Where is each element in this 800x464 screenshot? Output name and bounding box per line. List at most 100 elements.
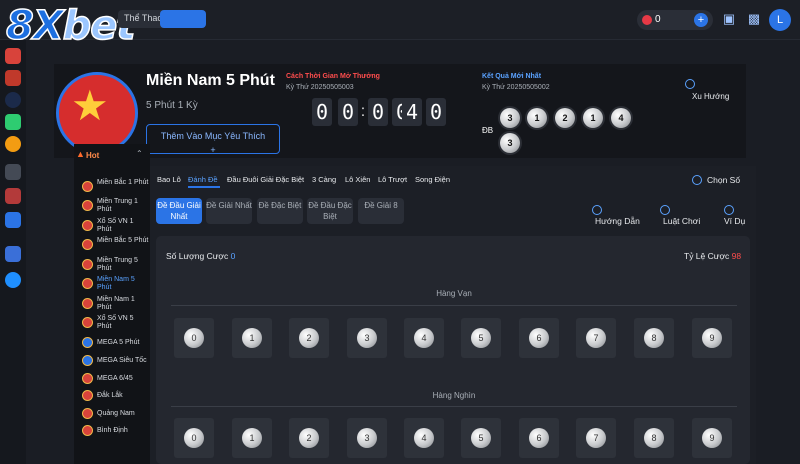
- active-tab-underline: [188, 186, 220, 188]
- sidebar-item[interactable]: MEGA Siêu Tốc: [80, 352, 150, 370]
- number-ball: 0: [184, 328, 204, 348]
- tab-lottery-active[interactable]: [160, 10, 206, 28]
- settings-gear-icon[interactable]: [5, 272, 21, 288]
- number-ball: 4: [414, 328, 434, 348]
- number-ball: 7: [586, 328, 606, 348]
- balance-value: 0: [655, 14, 661, 25]
- example-icon[interactable]: [724, 205, 734, 215]
- number-ball: 8: [644, 428, 664, 448]
- sidebar-item[interactable]: MEGA 5 Phút: [80, 334, 150, 352]
- bet-count: Số Lượng Cược 0: [166, 251, 236, 261]
- sidebar-item[interactable]: Bình Định: [80, 422, 150, 440]
- rules-icon[interactable]: [660, 205, 670, 215]
- game-icon: [82, 181, 93, 192]
- number-cell[interactable]: 7: [576, 418, 616, 458]
- add-favorite-button[interactable]: Thêm Vào Mục Yêu Thích +: [146, 124, 280, 155]
- wallet-icon[interactable]: ▣: [721, 11, 737, 27]
- number-cell[interactable]: 5: [461, 318, 501, 358]
- fishing-icon[interactable]: [5, 136, 21, 152]
- game-icon: [82, 355, 93, 366]
- subtab-de-giai-8[interactable]: Đề Giải 8: [358, 198, 404, 224]
- gamepad-icon[interactable]: [5, 164, 21, 180]
- number-cell[interactable]: 7: [576, 318, 616, 358]
- number-cell[interactable]: 5: [461, 418, 501, 458]
- bet-tab-danh-de[interactable]: Đánh Đề: [188, 175, 218, 184]
- bet-tab-bao-lo[interactable]: Bao Lô: [157, 175, 181, 184]
- guide-link[interactable]: Hướng Dẫn: [595, 216, 640, 226]
- example-link[interactable]: Ví Dụ: [724, 216, 745, 226]
- bet-tab-3-cang[interactable]: 3 Càng: [312, 175, 336, 184]
- number-ball: 2: [299, 328, 319, 348]
- avatar[interactable]: L: [769, 9, 791, 31]
- number-cell[interactable]: 8: [634, 318, 674, 358]
- lottery-icon[interactable]: [5, 212, 21, 228]
- bet-tab-song-dien[interactable]: Song Điện: [415, 175, 450, 184]
- number-cell[interactable]: 4: [404, 418, 444, 458]
- gift-icon[interactable]: [5, 246, 21, 262]
- bet-tab-lo-truot[interactable]: Lô Trượt: [378, 175, 407, 184]
- game-icon: [82, 390, 93, 401]
- countdown-separator: :: [360, 103, 366, 120]
- sidebar-item-active[interactable]: Miền Nam 5 Phút: [80, 275, 150, 293]
- number-cell[interactable]: 0: [174, 318, 214, 358]
- choose-number-icon[interactable]: [692, 175, 702, 185]
- cards-icon[interactable]: [5, 114, 21, 130]
- subtab-de-dac-biet[interactable]: Đề Đặc Biệt: [257, 198, 303, 224]
- subtab-de-giai-nhat[interactable]: Đề Giải Nhất: [206, 198, 252, 224]
- number-cell[interactable]: 6: [519, 318, 559, 358]
- result-ball: 3: [500, 108, 520, 128]
- number-cell[interactable]: 9: [692, 318, 732, 358]
- number-cell[interactable]: 9: [692, 418, 732, 458]
- sport-icon[interactable]: [5, 48, 21, 64]
- deposit-plus-icon[interactable]: +: [694, 13, 708, 27]
- sidebar-item[interactable]: Đắk Lắk: [80, 387, 150, 405]
- rules-link[interactable]: Luật Chơi: [663, 216, 700, 226]
- game-icon: [82, 298, 93, 309]
- subtab-de-dau-dac-biet[interactable]: Đề Đầu Đặc Biệt: [307, 198, 353, 224]
- number-cell[interactable]: 0: [174, 418, 214, 458]
- casino-icon[interactable]: [5, 70, 21, 86]
- number-cell[interactable]: 1: [232, 418, 272, 458]
- number-cell[interactable]: 3: [347, 318, 387, 358]
- bet-tab-lo-xien[interactable]: Lô Xiên: [345, 175, 370, 184]
- flame-icon: ▲: [76, 149, 85, 159]
- game-icon: [82, 408, 93, 419]
- sidebar-item[interactable]: Miền Trung 5 Phút: [80, 256, 150, 274]
- number-ball: 5: [471, 428, 491, 448]
- number-ball: 9: [702, 328, 722, 348]
- number-ball: 0: [184, 428, 204, 448]
- number-ball: 7: [586, 428, 606, 448]
- card-icon[interactable]: ▩: [746, 11, 762, 27]
- bet-tab-dau-duoi[interactable]: Đầu Đuôi Giải Đặc Biệt: [227, 175, 304, 184]
- sidebar-item[interactable]: Quảng Nam: [80, 405, 150, 423]
- guide-icon[interactable]: [592, 205, 602, 215]
- sidebar-item[interactable]: MEGA 6/45: [80, 370, 150, 388]
- number-cell[interactable]: 2: [289, 418, 329, 458]
- number-cell[interactable]: 8: [634, 418, 674, 458]
- sidebar-item[interactable]: Miền Bắc 5 Phút: [80, 236, 150, 254]
- sidebar-item[interactable]: Xổ Số VN 1 Phút: [80, 217, 150, 235]
- number-cell[interactable]: 1: [232, 318, 272, 358]
- trend-icon[interactable]: [685, 79, 695, 89]
- number-cell[interactable]: 3: [347, 418, 387, 458]
- cockfight-icon[interactable]: [5, 188, 21, 204]
- sidebar-item[interactable]: Miền Nam 1 Phút: [80, 295, 150, 313]
- countdown-digit: 0: [338, 98, 358, 126]
- number-cell[interactable]: 6: [519, 418, 559, 458]
- sidebar-item[interactable]: Miền Trung 1 Phút: [80, 197, 150, 215]
- esport-icon[interactable]: [5, 92, 21, 108]
- trend-link[interactable]: Xu Hướng: [692, 92, 729, 101]
- sidebar-item[interactable]: Xổ Số VN 5 Phút: [80, 314, 150, 332]
- number-ball: 9: [702, 428, 722, 448]
- game-sidebar: ▲ Hot ⌃ Miền Bắc 1 Phút Miền Trung 1 Phú…: [74, 144, 150, 464]
- subtab-de-dau-giai-nhat[interactable]: Đề Đầu Giải Nhất: [156, 198, 202, 224]
- sidebar-hot-header[interactable]: ▲ Hot ⌃: [74, 146, 150, 164]
- sidebar-hot-label: Hot: [86, 151, 100, 160]
- result-ball: 2: [555, 108, 575, 128]
- number-cell[interactable]: 4: [404, 318, 444, 358]
- coin-icon: [642, 15, 652, 25]
- choose-number-link[interactable]: Chọn Số: [707, 175, 740, 185]
- countdown-digit: 0: [426, 98, 446, 126]
- number-cell[interactable]: 2: [289, 318, 329, 358]
- sidebar-item[interactable]: Miền Bắc 1 Phút: [80, 178, 150, 196]
